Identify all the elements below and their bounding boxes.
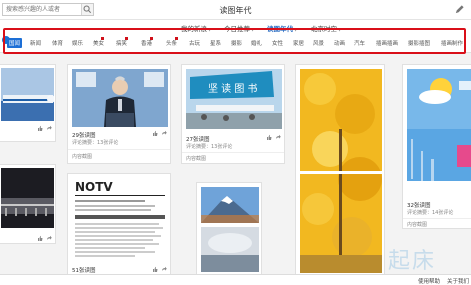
- category-item[interactable]: 古玩: [189, 39, 200, 47]
- category-item[interactable]: 体育: [52, 39, 63, 47]
- category-item[interactable]: 头条: [166, 39, 177, 47]
- help-link[interactable]: 使用帮助: [418, 277, 440, 285]
- photo-card[interactable]: [196, 182, 262, 275]
- share-icon[interactable]: [46, 235, 52, 241]
- tab-reading-pictures[interactable]: 读图年代▼: [267, 23, 298, 35]
- top-bar: 读图年代: [0, 0, 471, 20]
- chevron-down-icon: ▼: [338, 27, 342, 32]
- share-icon[interactable]: [161, 130, 167, 136]
- category-item[interactable]: 插画制作: [441, 39, 463, 47]
- card-source: 内容截图: [186, 156, 207, 162]
- chevron-down-icon: ▼: [294, 27, 298, 32]
- category-item[interactable]: 女性: [272, 39, 283, 47]
- chevron-down-icon: ▼: [208, 27, 212, 32]
- divider: [68, 149, 170, 150]
- card-image[interactable]: [300, 69, 382, 273]
- category-item[interactable]: 搞笑: [116, 39, 127, 47]
- category-item[interactable]: 美女: [93, 39, 104, 47]
- card-image[interactable]: NOTV: [72, 178, 168, 263]
- photo-card[interactable]: 29张读图 评论摘要：13张评论 内容截图: [67, 64, 171, 164]
- card-image[interactable]: [407, 69, 471, 194]
- sub-navigation: 我的新浪▼ 今日推荐▼ 读图年代▼ 北京时空▼: [0, 20, 471, 35]
- tab-beijing-space[interactable]: 北京时空▼: [311, 23, 341, 33]
- card-title: 51张读图: [72, 268, 96, 274]
- category-item[interactable]: 摄影插图: [408, 39, 430, 47]
- banner-text: 坚 读 图 书: [208, 82, 258, 95]
- card-info: 评论摘要：14张评论: [407, 210, 454, 216]
- category-item[interactable]: 风景: [313, 39, 324, 47]
- photo-card[interactable]: 坚 读 图 书 27张读图 评论摘要：13张评论 内容截图: [181, 64, 285, 164]
- card-image[interactable]: [1, 168, 54, 228]
- card-title: 29张读图: [72, 133, 96, 139]
- divider: [403, 218, 471, 219]
- app-title: 读图年代: [219, 6, 252, 15]
- card-image[interactable]: 坚 读 图 书: [186, 69, 282, 129]
- card-image[interactable]: [201, 187, 259, 272]
- like-icon[interactable]: [37, 125, 43, 131]
- share-icon[interactable]: [161, 266, 167, 272]
- card-image[interactable]: [72, 69, 168, 127]
- category-item[interactable]: 汽车: [354, 39, 365, 47]
- category-item[interactable]: 动画: [334, 39, 345, 47]
- about-link[interactable]: 关于我们: [447, 277, 469, 285]
- category-bar: 国闻 新闻 体育 娱乐 美女 搞笑 香港 头条 古玩 星系 摄影 婚礼 女性 家…: [0, 34, 471, 53]
- chevron-down-icon: ▼: [251, 27, 255, 32]
- divider: [182, 152, 284, 153]
- tab-my-sina[interactable]: 我的新浪▼: [181, 23, 211, 33]
- share-icon[interactable]: [275, 134, 281, 140]
- like-icon[interactable]: [266, 134, 272, 140]
- new-badge: [101, 37, 104, 40]
- category-item[interactable]: 家居: [293, 39, 304, 47]
- photo-card[interactable]: [295, 64, 385, 276]
- category-item[interactable]: 国闻: [7, 38, 23, 48]
- photo-card[interactable]: NOTV 51张读图: [67, 173, 171, 277]
- category-item[interactable]: 娱乐: [72, 39, 83, 47]
- new-badge: [175, 37, 178, 40]
- card-info: 评论摘要：13张评论: [186, 144, 233, 150]
- card-image[interactable]: [1, 68, 54, 121]
- card-title: 32张读图: [407, 203, 431, 209]
- like-icon[interactable]: [37, 235, 43, 241]
- card-source: 内容截图: [72, 154, 93, 160]
- category-item[interactable]: 摄影: [231, 39, 242, 47]
- card-source: 内容截图: [407, 222, 428, 228]
- card-title: 27张读图: [186, 137, 210, 143]
- photo-card[interactable]: [0, 64, 56, 142]
- news-logo: NOTV: [75, 180, 113, 194]
- category-item[interactable]: 插画插画: [376, 39, 398, 47]
- category-item[interactable]: 婚礼: [251, 39, 262, 47]
- edit-icon[interactable]: [454, 4, 465, 15]
- watermark: 起床: [388, 249, 437, 274]
- new-badge: [125, 37, 128, 40]
- share-icon[interactable]: [46, 125, 52, 131]
- card-info: 评论摘要：13张评论: [72, 140, 119, 146]
- footer: 使用帮助 关于我们: [0, 274, 471, 285]
- new-badge: [150, 37, 153, 40]
- photo-card[interactable]: [0, 164, 56, 244]
- category-item[interactable]: 香港: [141, 39, 152, 47]
- like-icon[interactable]: [152, 266, 158, 272]
- like-icon[interactable]: [152, 130, 158, 136]
- category-item[interactable]: 星系: [210, 39, 221, 47]
- photo-card[interactable]: 32张读图 评论摘要：14张评论 内容截图: [402, 64, 471, 229]
- category-item[interactable]: 新闻: [30, 39, 41, 47]
- tab-today-recommend[interactable]: 今日推荐▼: [224, 23, 254, 33]
